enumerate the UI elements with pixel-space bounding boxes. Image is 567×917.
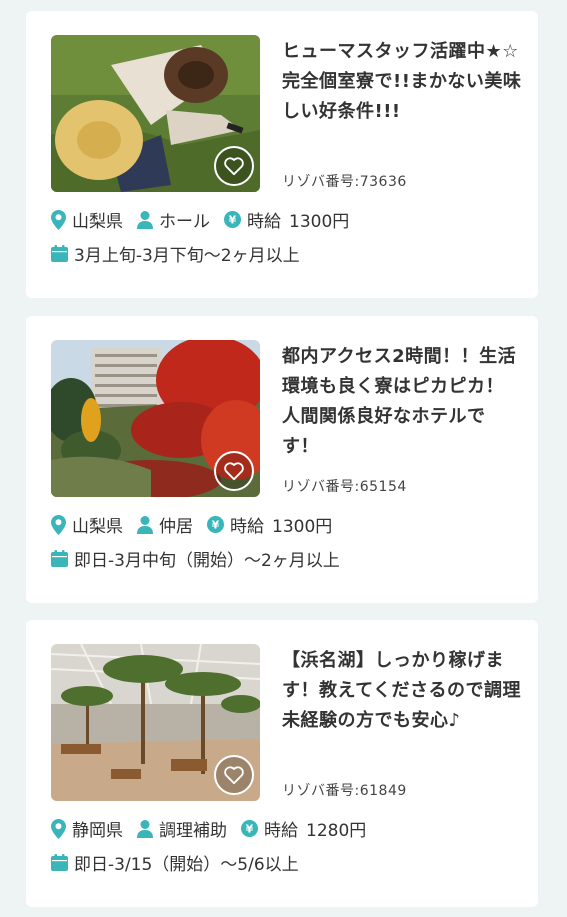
favorite-button[interactable] bbox=[214, 451, 254, 491]
heart-icon bbox=[224, 462, 244, 481]
calendar-icon bbox=[51, 245, 68, 262]
map-pin-icon bbox=[51, 818, 66, 839]
favorite-button[interactable] bbox=[214, 146, 254, 186]
role-info: 調理補助 bbox=[137, 816, 227, 841]
job-role: 仲居 bbox=[159, 517, 193, 537]
job-meta: 山梨県 ホール ¥ 時給 1300円 bbox=[51, 207, 363, 232]
job-photo[interactable] bbox=[51, 35, 260, 192]
yen-icon: ¥ bbox=[224, 211, 241, 228]
heart-icon bbox=[224, 766, 244, 785]
wage-type: 時給 bbox=[264, 821, 298, 841]
job-meta: 静岡県 調理補助 ¥ 時給 1280円 bbox=[51, 816, 380, 841]
person-icon bbox=[137, 210, 153, 229]
work-period: 3月上旬-3月下旬〜2ヶ月以上 bbox=[51, 241, 300, 266]
work-period: 即日-3月中旬（開始）〜2ヶ月以上 bbox=[51, 546, 340, 571]
person-icon bbox=[137, 515, 153, 534]
period-text: 即日-3/15（開始）〜5/6以上 bbox=[74, 855, 299, 875]
wage-info: ¥ 時給 1280円 bbox=[241, 816, 366, 841]
map-pin-icon bbox=[51, 209, 66, 230]
location-info: 山梨県 bbox=[51, 207, 123, 232]
yen-icon: ¥ bbox=[207, 516, 224, 533]
period-text: 3月上旬-3月下旬〜2ヶ月以上 bbox=[74, 246, 300, 266]
wage-info: ¥ 時給 1300円 bbox=[207, 512, 332, 537]
job-card[interactable]: 【浜名湖】しっかり稼げます！教えてくださるので調理未経験の方でも安心♪ リゾバ番… bbox=[26, 620, 538, 907]
prefecture: 山梨県 bbox=[72, 212, 123, 232]
person-icon bbox=[137, 819, 153, 838]
calendar-icon bbox=[51, 550, 68, 567]
favorite-button[interactable] bbox=[214, 755, 254, 795]
yen-icon: ¥ bbox=[241, 820, 258, 837]
job-title[interactable]: ヒューマスタッフ活躍中★☆完全個室寮で!!まかない美味しい好条件!!! bbox=[282, 37, 522, 127]
job-title[interactable]: 都内アクセス2時間！！生活環境も良く寮はピカピカ！人間関係良好なホテルです！ bbox=[282, 342, 522, 462]
wage-amount: 1300円 bbox=[272, 517, 333, 537]
wage-type: 時給 bbox=[247, 212, 281, 232]
map-pin-icon bbox=[51, 514, 66, 535]
role-info: ホール bbox=[137, 207, 210, 232]
ref-number: リゾバ番号:73636 bbox=[282, 174, 407, 190]
job-role: 調理補助 bbox=[159, 821, 227, 841]
job-meta: 山梨県 仲居 ¥ 時給 1300円 bbox=[51, 512, 346, 537]
job-title[interactable]: 【浜名湖】しっかり稼げます！教えてくださるので調理未経験の方でも安心♪ bbox=[282, 646, 522, 736]
heart-icon bbox=[224, 157, 244, 176]
prefecture: 山梨県 bbox=[72, 517, 123, 537]
prefecture: 静岡県 bbox=[72, 821, 123, 841]
role-info: 仲居 bbox=[137, 512, 193, 537]
location-info: 山梨県 bbox=[51, 512, 123, 537]
job-photo[interactable] bbox=[51, 644, 260, 801]
ref-number: リゾバ番号:61849 bbox=[282, 783, 407, 799]
calendar-icon bbox=[51, 854, 68, 871]
wage-info: ¥ 時給 1300円 bbox=[224, 207, 349, 232]
job-role: ホール bbox=[159, 212, 210, 232]
wage-amount: 1280円 bbox=[306, 821, 367, 841]
wage-type: 時給 bbox=[230, 517, 264, 537]
wage-amount: 1300円 bbox=[289, 212, 350, 232]
period-text: 即日-3月中旬（開始）〜2ヶ月以上 bbox=[74, 551, 340, 571]
svg-text:¥: ¥ bbox=[212, 519, 220, 532]
svg-text:¥: ¥ bbox=[246, 823, 254, 836]
ref-number: リゾバ番号:65154 bbox=[282, 479, 407, 495]
work-period: 即日-3/15（開始）〜5/6以上 bbox=[51, 850, 299, 875]
location-info: 静岡県 bbox=[51, 816, 123, 841]
job-card[interactable]: ヒューマスタッフ活躍中★☆完全個室寮で!!まかない美味しい好条件!!! リゾバ番… bbox=[26, 11, 538, 298]
svg-text:¥: ¥ bbox=[229, 214, 237, 227]
job-card[interactable]: 都内アクセス2時間！！生活環境も良く寮はピカピカ！人間関係良好なホテルです！ リ… bbox=[26, 316, 538, 603]
job-photo[interactable] bbox=[51, 340, 260, 497]
